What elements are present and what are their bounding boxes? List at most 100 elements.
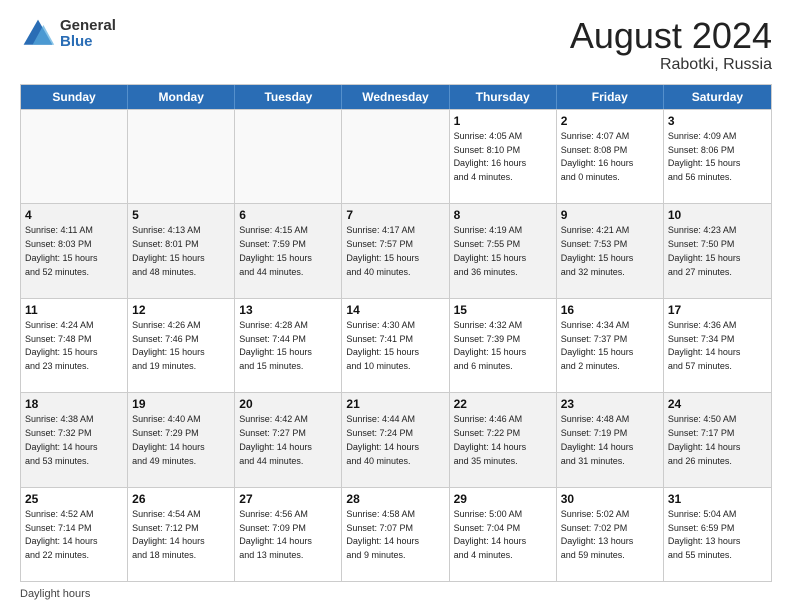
day-content: Sunrise: 4:07 AM Sunset: 8:08 PM Dayligh… — [561, 131, 634, 182]
day-content: Sunrise: 4:46 AM Sunset: 7:22 PM Dayligh… — [454, 414, 527, 465]
day-number: 24 — [668, 396, 767, 412]
day-number: 23 — [561, 396, 659, 412]
calendar-cell: 7Sunrise: 4:17 AM Sunset: 7:57 PM Daylig… — [342, 204, 449, 297]
day-content: Sunrise: 4:40 AM Sunset: 7:29 PM Dayligh… — [132, 414, 205, 465]
calendar-cell — [342, 110, 449, 203]
calendar-cell: 6 Sunrise: 4:15 AM Sunset: 7:59 PM Daylig… — [235, 204, 342, 297]
calendar-cell: 25Sunrise: 4:52 AM Sunset: 7:14 PM Dayli… — [21, 488, 128, 581]
day-content: Sunrise: 4:38 AM Sunset: 7:32 PM Dayligh… — [25, 414, 98, 465]
day-number: 28 — [346, 491, 444, 507]
day-number: 3 — [668, 113, 767, 129]
logo-icon — [20, 16, 56, 52]
header-day-saturday: Saturday — [664, 85, 771, 109]
day-number: 12 — [132, 302, 230, 318]
day-content: Sunrise: 4:52 AM Sunset: 7:14 PM Dayligh… — [25, 509, 98, 560]
day-content: Sunrise: 4:32 AM Sunset: 7:39 PM Dayligh… — [454, 320, 527, 371]
day-content: Sunrise: 4:19 AM Sunset: 7:55 PM Dayligh… — [454, 225, 527, 276]
calendar-cell: 22 Sunrise: 4:46 AM Sunset: 7:22 PM Dayli… — [450, 393, 557, 486]
day-number: 4 — [25, 207, 123, 223]
calendar-cell: 24 Sunrise: 4:50 AM Sunset: 7:17 PM Dayli… — [664, 393, 771, 486]
header-day-monday: Monday — [128, 85, 235, 109]
day-content: Sunrise: 4:15 AM Sunset: 7:59 PM Dayligh… — [239, 225, 312, 276]
day-number: 9 — [561, 207, 659, 223]
calendar-cell: 17Sunrise: 4:36 AM Sunset: 7:34 PM Dayli… — [664, 299, 771, 392]
day-content: Sunrise: 4:23 AM Sunset: 7:50 PM Dayligh… — [668, 225, 741, 276]
title-block: August 2024 Rabotki, Russia — [570, 16, 772, 74]
calendar-cell: 26 Sunrise: 4:54 AM Sunset: 7:12 PM Dayli… — [128, 488, 235, 581]
day-number: 14 — [346, 302, 444, 318]
day-number: 1 — [454, 113, 552, 129]
calendar-cell: 29Sunrise: 5:00 AM Sunset: 7:04 PM Dayli… — [450, 488, 557, 581]
day-content: Sunrise: 5:04 AM Sunset: 6:59 PM Dayligh… — [668, 509, 741, 560]
calendar-cell — [21, 110, 128, 203]
header-day-thursday: Thursday — [450, 85, 557, 109]
calendar-cell: 28Sunrise: 4:58 AM Sunset: 7:07 PM Dayli… — [342, 488, 449, 581]
calendar-cell: 1Sunrise: 4:05 AM Sunset: 8:10 PM Daylig… — [450, 110, 557, 203]
day-content: Sunrise: 4:56 AM Sunset: 7:09 PM Dayligh… — [239, 509, 312, 560]
calendar-cell: 20Sunrise: 4:42 AM Sunset: 7:27 PM Dayli… — [235, 393, 342, 486]
day-content: Sunrise: 4:44 AM Sunset: 7:24 PM Dayligh… — [346, 414, 419, 465]
calendar-cell: 27Sunrise: 4:56 AM Sunset: 7:09 PM Dayli… — [235, 488, 342, 581]
day-content: Sunrise: 4:30 AM Sunset: 7:41 PM Dayligh… — [346, 320, 419, 371]
page: General Blue August 2024 Rabotki, Russia… — [0, 0, 792, 612]
day-content: Sunrise: 4:21 AM Sunset: 7:53 PM Dayligh… — [561, 225, 634, 276]
logo-general: General — [60, 18, 116, 35]
logo-blue: Blue — [60, 34, 116, 51]
logo: General Blue — [20, 16, 116, 52]
logo-text: General Blue — [60, 18, 116, 51]
calendar-week-2: 4Sunrise: 4:11 AM Sunset: 8:03 PM Daylig… — [21, 203, 771, 297]
day-number: 8 — [454, 207, 552, 223]
day-number: 11 — [25, 302, 123, 318]
day-number: 26 — [132, 491, 230, 507]
day-content: Sunrise: 4:28 AM Sunset: 7:44 PM Dayligh… — [239, 320, 312, 371]
calendar-cell: 21Sunrise: 4:44 AM Sunset: 7:24 PM Dayli… — [342, 393, 449, 486]
day-number: 2 — [561, 113, 659, 129]
calendar-cell — [235, 110, 342, 203]
footer-text: Daylight hours — [20, 588, 90, 600]
header-day-sunday: Sunday — [21, 85, 128, 109]
day-content: Sunrise: 4:09 AM Sunset: 8:06 PM Dayligh… — [668, 131, 741, 182]
day-number: 19 — [132, 396, 230, 412]
calendar-cell: 31 Sunrise: 5:04 AM Sunset: 6:59 PM Dayli… — [664, 488, 771, 581]
calendar-cell: 11 Sunrise: 4:24 AM Sunset: 7:48 PM Dayli… — [21, 299, 128, 392]
day-number: 7 — [346, 207, 444, 223]
calendar-cell: 15 Sunrise: 4:32 AM Sunset: 7:39 PM Dayli… — [450, 299, 557, 392]
calendar-week-3: 11 Sunrise: 4:24 AM Sunset: 7:48 PM Dayli… — [21, 298, 771, 392]
day-number: 5 — [132, 207, 230, 223]
calendar-cell: 23 Sunrise: 4:48 AM Sunset: 7:19 PM Dayli… — [557, 393, 664, 486]
header-day-tuesday: Tuesday — [235, 85, 342, 109]
day-content: Sunrise: 4:48 AM Sunset: 7:19 PM Dayligh… — [561, 414, 634, 465]
calendar-cell: 2 Sunrise: 4:07 AM Sunset: 8:08 PM Daylig… — [557, 110, 664, 203]
day-number: 13 — [239, 302, 337, 318]
calendar-week-1: 1Sunrise: 4:05 AM Sunset: 8:10 PM Daylig… — [21, 109, 771, 203]
location: Rabotki, Russia — [570, 56, 772, 74]
calendar-cell: 16 Sunrise: 4:34 AM Sunset: 7:37 PM Dayli… — [557, 299, 664, 392]
day-content: Sunrise: 5:02 AM Sunset: 7:02 PM Dayligh… — [561, 509, 634, 560]
day-content: Sunrise: 5:00 AM Sunset: 7:04 PM Dayligh… — [454, 509, 527, 560]
calendar-week-5: 25Sunrise: 4:52 AM Sunset: 7:14 PM Dayli… — [21, 487, 771, 581]
day-number: 22 — [454, 396, 552, 412]
calendar-cell: 18Sunrise: 4:38 AM Sunset: 7:32 PM Dayli… — [21, 393, 128, 486]
day-number: 30 — [561, 491, 659, 507]
month-year: August 2024 — [570, 16, 772, 56]
calendar-week-4: 18Sunrise: 4:38 AM Sunset: 7:32 PM Dayli… — [21, 392, 771, 486]
day-content: Sunrise: 4:54 AM Sunset: 7:12 PM Dayligh… — [132, 509, 205, 560]
calendar-cell: 3 Sunrise: 4:09 AM Sunset: 8:06 PM Daylig… — [664, 110, 771, 203]
day-number: 15 — [454, 302, 552, 318]
day-content: Sunrise: 4:36 AM Sunset: 7:34 PM Dayligh… — [668, 320, 741, 371]
day-content: Sunrise: 4:34 AM Sunset: 7:37 PM Dayligh… — [561, 320, 634, 371]
calendar-cell — [128, 110, 235, 203]
footer: Daylight hours — [20, 588, 772, 600]
day-number: 16 — [561, 302, 659, 318]
day-number: 31 — [668, 491, 767, 507]
header-day-friday: Friday — [557, 85, 664, 109]
day-content: Sunrise: 4:26 AM Sunset: 7:46 PM Dayligh… — [132, 320, 205, 371]
day-content: Sunrise: 4:50 AM Sunset: 7:17 PM Dayligh… — [668, 414, 741, 465]
calendar-cell: 9 Sunrise: 4:21 AM Sunset: 7:53 PM Daylig… — [557, 204, 664, 297]
calendar: SundayMondayTuesdayWednesdayThursdayFrid… — [20, 84, 772, 582]
header-day-wednesday: Wednesday — [342, 85, 449, 109]
day-number: 6 — [239, 207, 337, 223]
day-content: Sunrise: 4:24 AM Sunset: 7:48 PM Dayligh… — [25, 320, 98, 371]
calendar-cell: 8 Sunrise: 4:19 AM Sunset: 7:55 PM Daylig… — [450, 204, 557, 297]
day-content: Sunrise: 4:42 AM Sunset: 7:27 PM Dayligh… — [239, 414, 312, 465]
